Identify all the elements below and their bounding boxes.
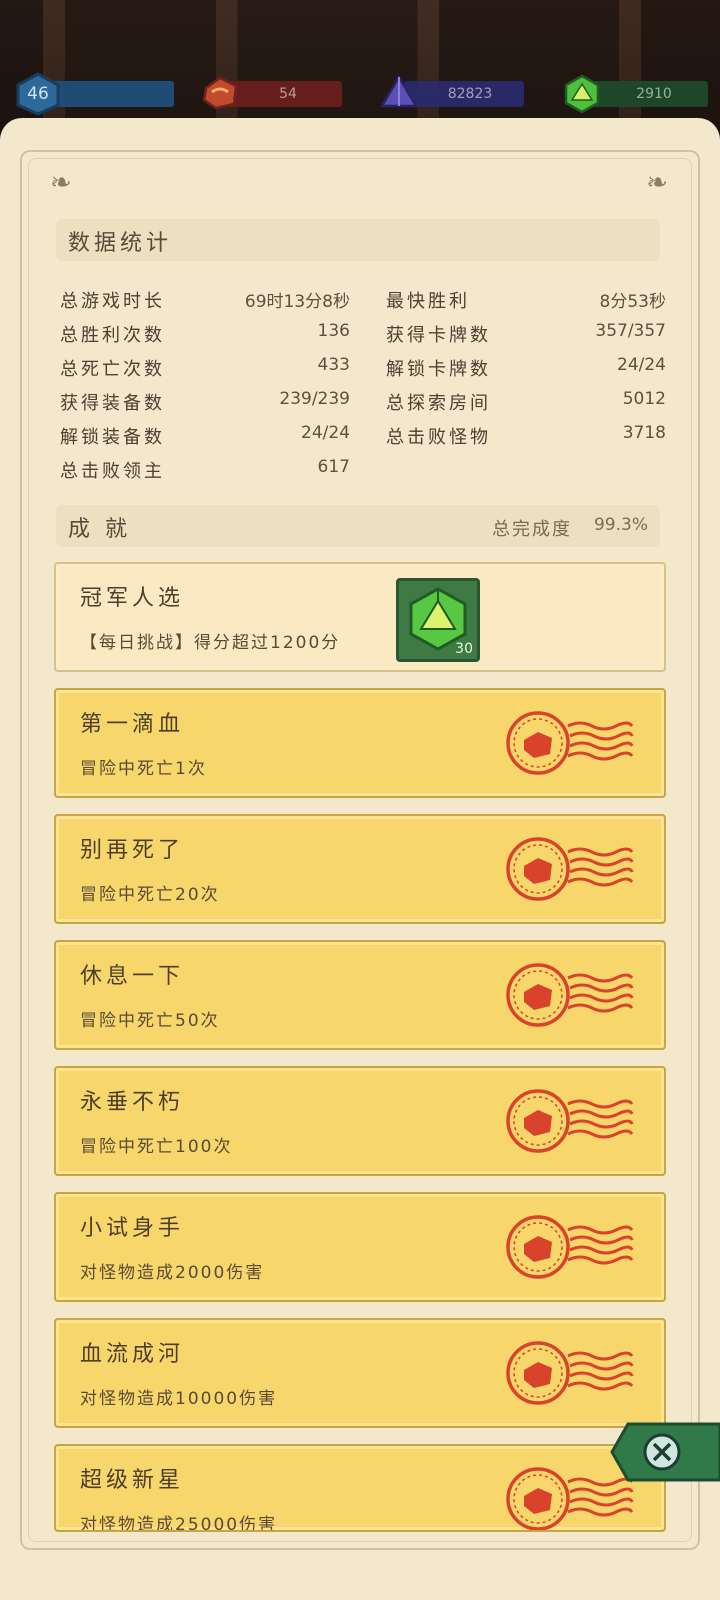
stat-row: 总探索房间 5012 xyxy=(386,389,666,419)
stats-section-header: 数据统计 xyxy=(56,219,660,261)
achievement-card[interactable]: 别再死了冒险中死亡20次 xyxy=(54,814,666,924)
stat-row: 解锁装备数 24/24 xyxy=(60,423,350,453)
achievement-name: 休息一下 xyxy=(80,964,185,989)
stat-row: 总击败怪物 3718 xyxy=(386,423,666,453)
stat-value: 8分53秒 xyxy=(599,292,666,312)
paper-bottom-border xyxy=(20,1530,700,1570)
completed-stamp xyxy=(504,834,634,904)
achievement-name: 超级新星 xyxy=(80,1468,185,1493)
stat-row: 总游戏时长 69时13分8秒 xyxy=(60,287,350,317)
stat-label: 总死亡次数 xyxy=(60,359,165,380)
completion-value: 99.3% xyxy=(593,515,648,535)
purple-gem-resource: 82823 xyxy=(378,72,528,110)
red-completed-stamp-icon xyxy=(506,837,634,901)
achievement-name: 别再死了 xyxy=(80,838,185,863)
stat-row: 获得卡牌数 357/357 xyxy=(386,321,666,351)
level-resource: 46 xyxy=(14,72,174,116)
corner-ornament-icon: ❧ xyxy=(646,168,668,198)
stat-label: 获得装备数 xyxy=(60,393,165,414)
close-button[interactable] xyxy=(610,1420,720,1484)
completed-stamp xyxy=(504,1086,634,1156)
stat-row: 获得装备数 239/239 xyxy=(60,389,350,419)
reward-item[interactable]: 30 xyxy=(396,578,480,662)
red-completed-stamp-icon xyxy=(506,963,634,1027)
stat-value: 433 xyxy=(317,355,350,375)
reward-count: 30 xyxy=(455,641,473,657)
red-gem-value: 54 xyxy=(279,86,297,102)
level-value: 46 xyxy=(27,84,49,104)
red-completed-stamp-icon xyxy=(506,1215,634,1279)
red-completed-stamp-icon xyxy=(506,1089,634,1153)
green-gem-value: 2910 xyxy=(636,86,672,102)
red-completed-stamp-icon xyxy=(506,711,634,775)
achievement-card[interactable]: 冠军人选【每日挑战】得分超过1200分 30 xyxy=(54,562,666,672)
completed-stamp xyxy=(504,1212,634,1282)
achievement-card[interactable]: 永垂不朽冒险中死亡100次 xyxy=(54,1066,666,1176)
achievement-description: 冒险中死亡50次 xyxy=(80,1011,220,1031)
achievement-card[interactable]: 小试身手对怪物造成2000伤害 xyxy=(54,1192,666,1302)
achievement-card[interactable]: 超级新星对怪物造成25000伤害 xyxy=(54,1444,666,1532)
completed-stamp xyxy=(504,708,634,778)
stat-row: 最快胜利 8分53秒 xyxy=(386,287,666,317)
stat-value: 136 xyxy=(317,321,350,341)
red-gem-icon xyxy=(202,76,238,110)
achievement-card[interactable]: 血流成河对怪物造成10000伤害 xyxy=(54,1318,666,1428)
stat-label: 解锁卡牌数 xyxy=(386,359,491,380)
achievement-description: 冒险中死亡100次 xyxy=(80,1137,233,1157)
stat-value: 357/357 xyxy=(595,321,666,341)
stats-title: 数据统计 xyxy=(68,231,173,256)
stat-label: 总探索房间 xyxy=(386,393,491,414)
stat-value: 69时13分8秒 xyxy=(244,292,350,312)
stat-label: 最快胜利 xyxy=(386,291,470,312)
achievement-name: 小试身手 xyxy=(80,1216,185,1241)
stat-row: 总击败领主 617 xyxy=(60,457,350,487)
stat-label: 总胜利次数 xyxy=(60,325,165,346)
stat-value: 5012 xyxy=(622,389,666,409)
corner-ornament-icon: ❧ xyxy=(50,168,72,198)
stat-row: 解锁卡牌数 24/24 xyxy=(386,355,666,385)
achievement-name: 冠军人选 xyxy=(80,586,185,611)
red-gem-resource: 54 xyxy=(198,72,346,110)
green-gem-resource: 2910 xyxy=(562,72,710,114)
completion-label: 总完成度 xyxy=(492,519,572,540)
stat-value: 24/24 xyxy=(301,423,350,443)
achievement-description: 对怪物造成2000伤害 xyxy=(80,1263,265,1283)
purple-crystal-icon xyxy=(379,74,419,108)
level-bar xyxy=(50,81,174,107)
achievement-name: 永垂不朽 xyxy=(80,1090,185,1115)
red-completed-stamp-icon xyxy=(506,1341,634,1405)
achievement-card[interactable]: 休息一下冒险中死亡50次 xyxy=(54,940,666,1050)
stat-value: 239/239 xyxy=(279,389,350,409)
achievement-description: 冒险中死亡1次 xyxy=(80,759,207,779)
achievement-description: 对怪物造成10000伤害 xyxy=(80,1389,278,1409)
stat-label: 总游戏时长 xyxy=(60,291,165,312)
green-d20-gem-icon xyxy=(564,74,600,114)
stat-label: 总击败怪物 xyxy=(386,427,491,448)
stat-value: 3718 xyxy=(622,423,666,443)
achievement-description: 冒险中死亡20次 xyxy=(80,885,220,905)
purple-gem-value: 82823 xyxy=(447,86,493,102)
stat-value: 24/24 xyxy=(617,355,666,375)
completed-stamp xyxy=(504,960,634,1030)
stat-value: 617 xyxy=(317,457,350,477)
stat-label: 总击败领主 xyxy=(60,461,165,482)
achievements-title: 成 就 xyxy=(68,517,131,542)
achievement-name: 血流成河 xyxy=(80,1342,185,1367)
stat-label: 获得卡牌数 xyxy=(386,325,491,346)
completed-stamp xyxy=(504,1338,634,1408)
stat-label: 解锁装备数 xyxy=(60,427,165,448)
achievement-name: 第一滴血 xyxy=(80,712,185,737)
achievement-description: 【每日挑战】得分超过1200分 xyxy=(80,633,341,653)
achievement-card[interactable]: 第一滴血冒险中死亡1次 xyxy=(54,688,666,798)
stat-row: 总胜利次数 136 xyxy=(60,321,350,351)
achievement-description: 对怪物造成25000伤害 xyxy=(80,1515,278,1532)
achievements-section-header: 成 就 总完成度 99.3% xyxy=(56,505,660,547)
stat-row: 总死亡次数 433 xyxy=(60,355,350,385)
